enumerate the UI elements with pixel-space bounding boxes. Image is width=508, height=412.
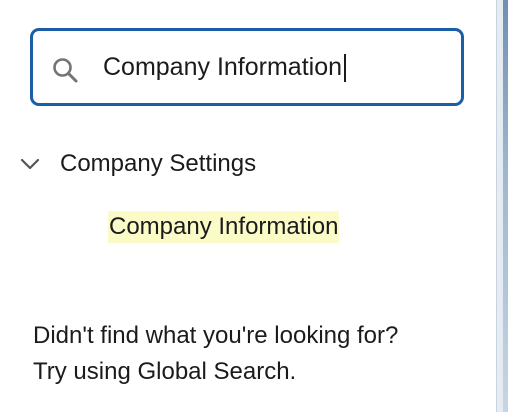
no-results-help: Didn't find what you're looking for? Try… [33, 318, 483, 390]
window-edge [496, 0, 508, 412]
text-caret [344, 54, 346, 82]
chevron-down-icon[interactable] [18, 152, 42, 176]
search-icon [51, 56, 79, 84]
tree-section-label: Company Settings [60, 150, 257, 177]
help-line-1: Didn't find what you're looking for? [33, 322, 399, 349]
quick-find-input[interactable] [103, 31, 433, 103]
help-line-2: Try using Global Search. [33, 358, 297, 385]
tree-item-company-information[interactable]: Company Information [108, 211, 340, 243]
quick-find-box[interactable] [30, 28, 464, 106]
window-edge-strip [503, 0, 508, 412]
tree-section-company-settings[interactable]: Company Settings [18, 146, 256, 182]
